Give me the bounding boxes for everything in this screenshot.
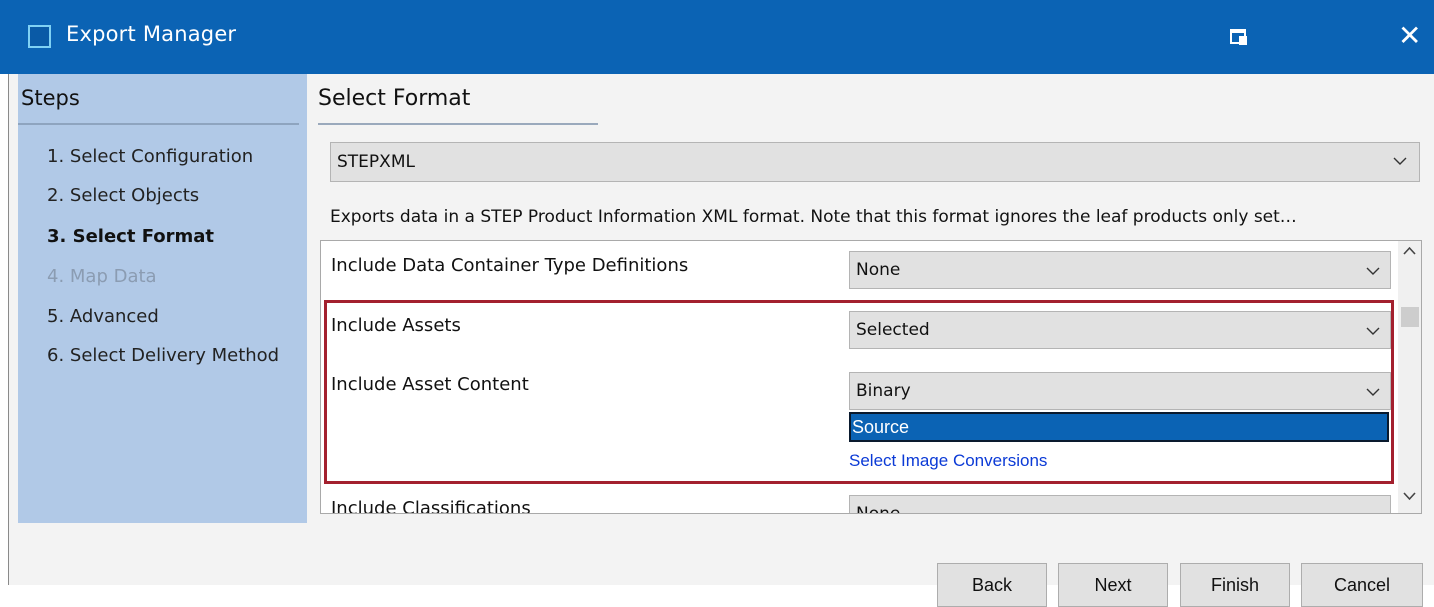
format-select[interactable]: STEPXML [330,142,1420,182]
steps-divider [18,123,299,125]
close-icon[interactable]: ✕ [1398,22,1421,50]
step-select-format[interactable]: 3. Select Format [47,226,214,247]
page-title-divider [318,123,598,125]
format-description: Exports data in a STEP Product Informati… [330,207,1297,227]
scroll-up-icon[interactable] [1398,241,1421,263]
step-advanced[interactable]: 5. Advanced [47,306,159,327]
steps-panel: Steps 1. Select Configuration 2. Select … [18,74,307,523]
page-title: Select Format [318,86,471,111]
data-container-types-value: None [856,260,901,280]
annotation-highlight-box [324,300,1394,484]
app-window-icon [28,25,51,48]
step-select-objects[interactable]: 2. Select Objects [47,185,199,206]
step-select-configuration[interactable]: 1. Select Configuration [47,146,253,167]
restore-window-icon[interactable] [1230,28,1248,46]
format-select-value: STEPXML [337,152,415,172]
data-container-types-select[interactable]: None [849,251,1391,289]
chevron-down-icon [1366,267,1380,275]
include-classifications-select[interactable]: None [849,495,1391,514]
include-classifications-value: None [856,504,901,514]
chevron-down-icon [1393,157,1407,165]
option-label-data-container-types: Include Data Container Type Definitions [331,255,689,276]
cancel-button[interactable]: Cancel [1301,563,1423,607]
step-select-delivery-method[interactable]: 6. Select Delivery Method [47,345,279,366]
finish-button[interactable]: Finish [1180,563,1290,607]
steps-heading: Steps [21,86,80,110]
vertical-scrollbar[interactable] [1398,241,1421,513]
next-button[interactable]: Next [1058,563,1168,607]
window-title: Export Manager [66,22,237,46]
option-label-include-classifications: Include Classifications [331,498,531,514]
scrollbar-thumb[interactable] [1401,307,1419,327]
back-button[interactable]: Back [937,563,1047,607]
scroll-down-icon[interactable] [1398,485,1421,507]
step-map-data: 4. Map Data [47,266,157,287]
title-bar: Export Manager ✕ [0,0,1434,74]
